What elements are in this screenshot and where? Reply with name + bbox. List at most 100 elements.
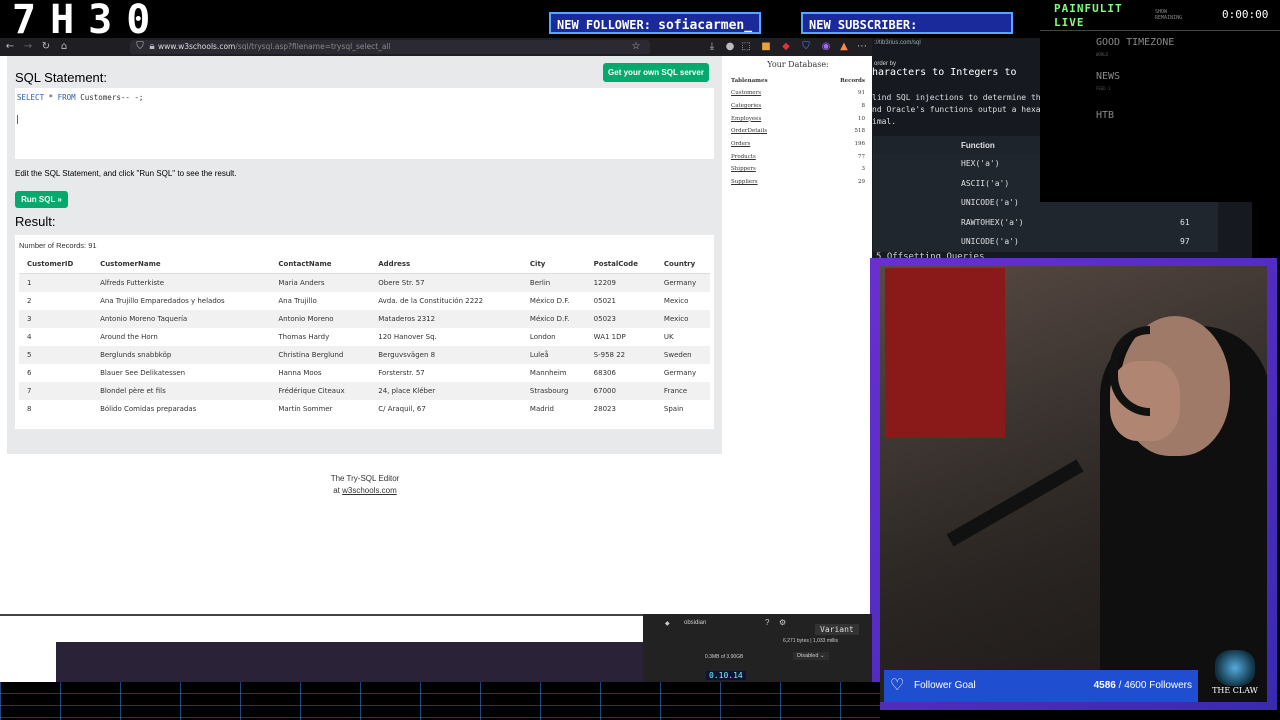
database-table-link[interactable]: Employees xyxy=(730,112,810,125)
gear-icon[interactable]: ⚙ xyxy=(779,618,786,627)
htb-text: lind SQL injections to determine th nd O… xyxy=(872,93,1041,126)
table-cell: Blauer See Delikatessen xyxy=(100,369,186,377)
database-record-count: 29 xyxy=(858,179,865,186)
extension-red-icon[interactable]: ◆ xyxy=(780,41,792,53)
logo-text: THE CLAW xyxy=(1212,686,1258,695)
show-timer: 0:00:00 xyxy=(1222,8,1269,21)
database-table-link[interactable]: Shippers xyxy=(730,163,810,176)
stream-side-widget: PAINFULIT LIVE SHOW REMAINING 0:00:00 GO… xyxy=(1040,0,1280,202)
side-sub-news: FEED 1 xyxy=(1096,86,1111,91)
table-cell: 120 Hanover Sq. xyxy=(378,333,437,341)
table-cell: Luleå xyxy=(521,346,586,364)
table-cell: 3 xyxy=(19,310,93,328)
run-sql-button[interactable]: Run SQL » xyxy=(15,191,68,208)
database-title: Your Database: xyxy=(767,60,829,69)
table-cell: S-958 22 xyxy=(585,346,656,364)
obsidian-tab[interactable]: obsidian xyxy=(684,620,706,626)
side-sub-timezone: WORLD xyxy=(1096,52,1109,57)
url-path: /sql/trysql.asp?filename=trysql_select_a… xyxy=(235,42,391,51)
editor-footer: The Try-SQL Editor at w3schools.com xyxy=(300,473,430,497)
stream-clock: 7H30 xyxy=(12,0,165,43)
function-row: UNICODE('a') 97 xyxy=(873,232,1218,252)
table-cell: Forsterstr. 57 xyxy=(378,369,425,377)
bookmark-star-icon[interactable]: ☆ xyxy=(630,41,642,53)
table-cell: 68306 xyxy=(593,369,616,377)
extension-icon[interactable]: ⬚ xyxy=(740,41,752,53)
database-table-link[interactable]: Suppliers xyxy=(730,176,810,189)
bottom-dark-panel xyxy=(56,642,648,682)
side-divider xyxy=(1040,30,1280,31)
extension-fox-icon[interactable]: ▲ xyxy=(838,41,850,53)
table-cell: 1 xyxy=(19,273,93,292)
database-row: Products 77 xyxy=(730,150,866,163)
extension-folder-icon[interactable]: ■ xyxy=(760,41,772,53)
new-follower-alert: NEW FOLLOWER: sofiacarmen_ xyxy=(549,12,761,34)
database-row: Customers 91 xyxy=(730,87,866,100)
follower-goal-value: 4586 / 4600 Followers xyxy=(1094,680,1192,691)
sql-keyword-from: FROM xyxy=(57,93,76,102)
table-cell: Obere Str. 57 xyxy=(370,273,522,292)
tablenames-header: Tablenames xyxy=(731,78,768,84)
table-row: 2 Ana Trujillo Emparedados y helados Ana T… xyxy=(19,292,710,310)
follower-goal-label: Follower Goal xyxy=(914,680,976,691)
w3schools-link[interactable]: w3schools.com xyxy=(342,486,397,495)
table-cell: 2 xyxy=(27,297,32,305)
variant-tab[interactable]: Variant xyxy=(815,624,859,635)
table-cell: Antonio Moreno xyxy=(270,310,371,328)
table-cell: 12209 xyxy=(585,273,656,292)
help-icon[interactable]: ? xyxy=(765,618,769,627)
new-follower-label: NEW FOLLOWER: xyxy=(557,18,651,32)
table-cell: 05023 xyxy=(585,310,656,328)
extension-shield-icon[interactable]: ⛉ xyxy=(800,41,812,53)
database-table-link[interactable]: OrderDetails xyxy=(730,125,810,138)
database-table-link[interactable]: Orders xyxy=(730,138,810,151)
database-table: Tablenames Records Customers 91 Categories… xyxy=(730,75,866,189)
extensions-menu-icon[interactable]: ⋯ xyxy=(856,41,868,53)
result-heading: Result: xyxy=(15,214,56,229)
table-cell: Strasbourg xyxy=(521,382,586,400)
database-record-count: 91 xyxy=(858,90,865,97)
disabled-select[interactable]: Disabled ⌄ xyxy=(793,652,829,660)
table-cell: Mannheim xyxy=(529,369,567,377)
table-cell: France xyxy=(655,382,710,400)
url-bar[interactable]: www.w3schools.com/sql/trysql.asp?filenam… xyxy=(130,40,650,54)
table-cell: 7 xyxy=(19,382,93,400)
table-cell: México D.F. xyxy=(521,310,586,328)
database-record-count: 77 xyxy=(858,153,865,160)
database-table-link[interactable]: Categories xyxy=(730,100,810,113)
function-row: RAWTOHEX('a') 61 xyxy=(873,212,1218,232)
shield-icon[interactable]: ⛉ xyxy=(134,41,146,53)
home-icon[interactable]: ⌂ xyxy=(58,41,70,53)
forward-icon[interactable]: → xyxy=(22,41,34,53)
back-icon[interactable]: ← xyxy=(4,41,16,53)
browser-toolbar: ← → ↻ ⌂ www.w3schools.com/sql/trysql.asp… xyxy=(0,38,872,56)
table-cell: 5 xyxy=(19,346,93,364)
table-cell: México D.F. xyxy=(529,297,570,305)
new-subscriber-label: NEW SUBSCRIBER: xyxy=(809,18,918,32)
table-cell: Berglunds snabbköp xyxy=(92,346,271,364)
extension-purple-icon[interactable]: ◉ xyxy=(820,41,832,53)
text-caret xyxy=(17,115,18,124)
table-cell: Germany xyxy=(663,369,697,377)
follower-goal-separator: / xyxy=(1118,680,1122,691)
table-cell: Ana Trujillo xyxy=(278,297,317,305)
database-table-link[interactable]: Customers xyxy=(730,87,810,100)
memory-stat: 0.3MB of 3.90GB xyxy=(705,654,744,660)
htb-url[interactable]: ://tib3rius.com/sql xyxy=(874,40,921,46)
htb-heading: haracters to Integers to xyxy=(872,67,1017,78)
reload-icon[interactable]: ↻ xyxy=(40,41,52,53)
moth-logo-icon xyxy=(1215,650,1255,686)
url-host: www.w3schools.com xyxy=(158,42,236,51)
get-sql-server-button[interactable]: Get your own SQL server xyxy=(603,63,709,82)
sql-keyword-select: SELECT xyxy=(17,93,45,102)
brand-live: LIVE xyxy=(1054,16,1085,29)
table-cell: London xyxy=(529,333,556,341)
record-icon[interactable]: ● xyxy=(724,41,736,53)
database-table-link[interactable]: Products xyxy=(730,150,810,163)
column-header: CustomerID xyxy=(19,255,93,274)
sql-editor[interactable]: SELECT * FROM Customers-- -; xyxy=(15,88,714,159)
table-cell: Madrid xyxy=(529,405,554,413)
download-icon[interactable]: ⤓ xyxy=(706,41,718,53)
table-cell: 4 xyxy=(27,333,32,341)
record-count: Number of Records: 91 xyxy=(19,241,97,250)
